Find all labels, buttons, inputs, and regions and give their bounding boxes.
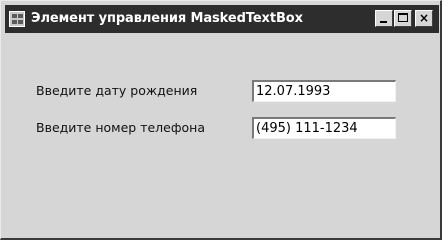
window-title: Элемент управления MaskedTextBox <box>31 11 303 26</box>
app-icon-cell <box>12 20 17 24</box>
app-icon-cell <box>18 14 23 18</box>
close-icon: × <box>418 11 430 25</box>
title-bar[interactable]: Элемент управления MaskedTextBox × <box>5 5 439 33</box>
maximize-button[interactable] <box>394 10 412 27</box>
app-window: Элемент управления MaskedTextBox × Введи… <box>0 0 442 240</box>
app-icon-cell <box>18 20 23 24</box>
app-icon-cell <box>12 14 17 18</box>
phone-number-masked-input[interactable]: (495) 111-1234 <box>252 117 396 139</box>
close-button[interactable]: × <box>415 10 433 27</box>
birth-date-label: Введите дату рождения <box>36 83 198 98</box>
minimize-button[interactable] <box>375 10 393 27</box>
phone-number-label: Введите номер телефона <box>36 120 206 135</box>
minimize-icon <box>380 21 387 23</box>
app-icon[interactable] <box>9 11 25 27</box>
birth-date-masked-input[interactable]: 12.07.1993 <box>252 80 396 102</box>
maximize-icon <box>398 13 408 22</box>
